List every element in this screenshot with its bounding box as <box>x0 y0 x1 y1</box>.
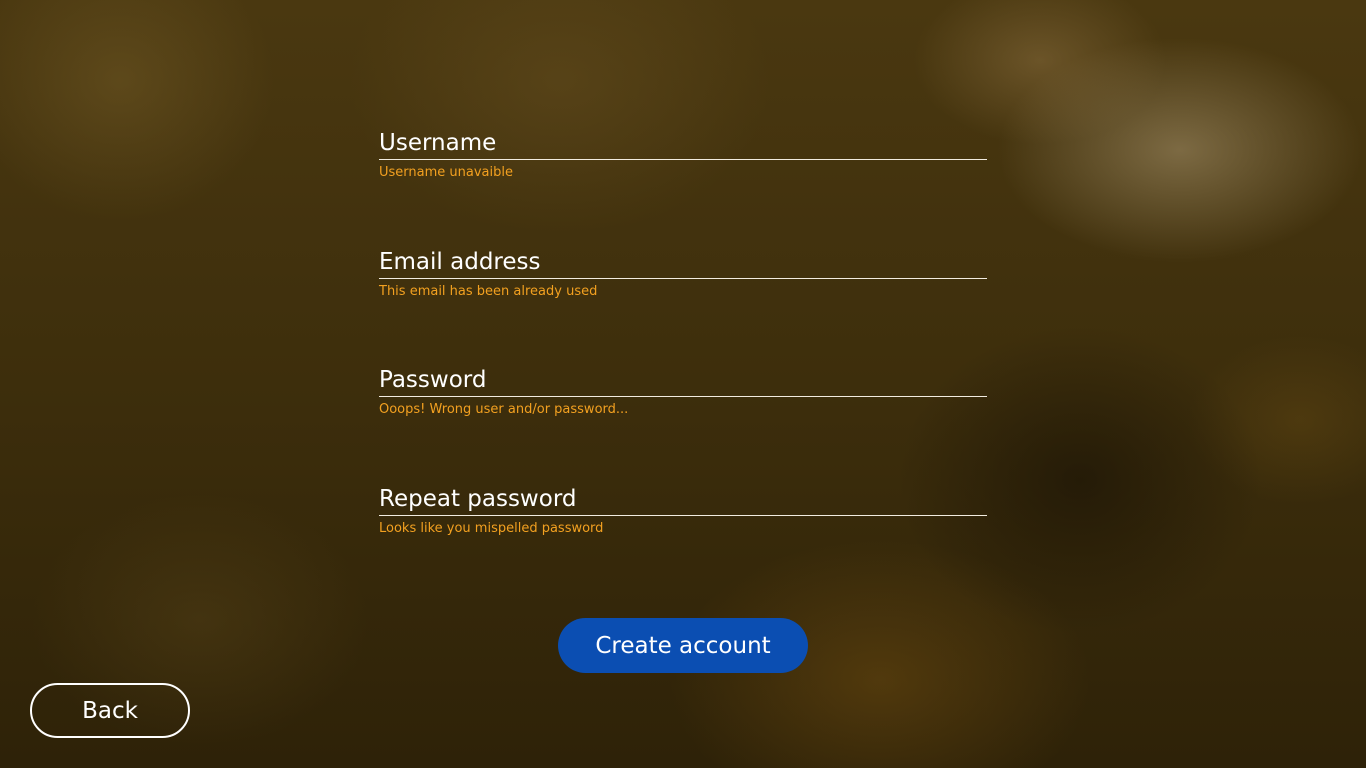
username-label: Username <box>379 130 497 156</box>
back-button[interactable]: Back <box>30 683 190 738</box>
email-input[interactable] <box>379 278 987 279</box>
email-field-group: Email address This email has been alread… <box>379 248 987 300</box>
username-field-group: Username Username unavaible <box>379 129 987 181</box>
repeat-password-error: Looks like you mispelled password <box>379 521 604 536</box>
password-error: Ooops! Wrong user and/or password... <box>379 402 629 417</box>
email-error: This email has been already used <box>379 284 598 299</box>
repeat-password-input[interactable] <box>379 515 987 516</box>
repeat-password-field-group: Repeat password Looks like you mispelled… <box>379 485 987 537</box>
username-error: Username unavaible <box>379 165 513 180</box>
username-input[interactable] <box>379 159 987 160</box>
email-label: Email address <box>379 249 541 275</box>
password-field-group: Password Ooops! Wrong user and/or passwo… <box>379 366 987 418</box>
password-label: Password <box>379 367 487 393</box>
repeat-password-label: Repeat password <box>379 486 577 512</box>
password-input[interactable] <box>379 396 987 397</box>
create-account-button[interactable]: Create account <box>558 618 808 673</box>
